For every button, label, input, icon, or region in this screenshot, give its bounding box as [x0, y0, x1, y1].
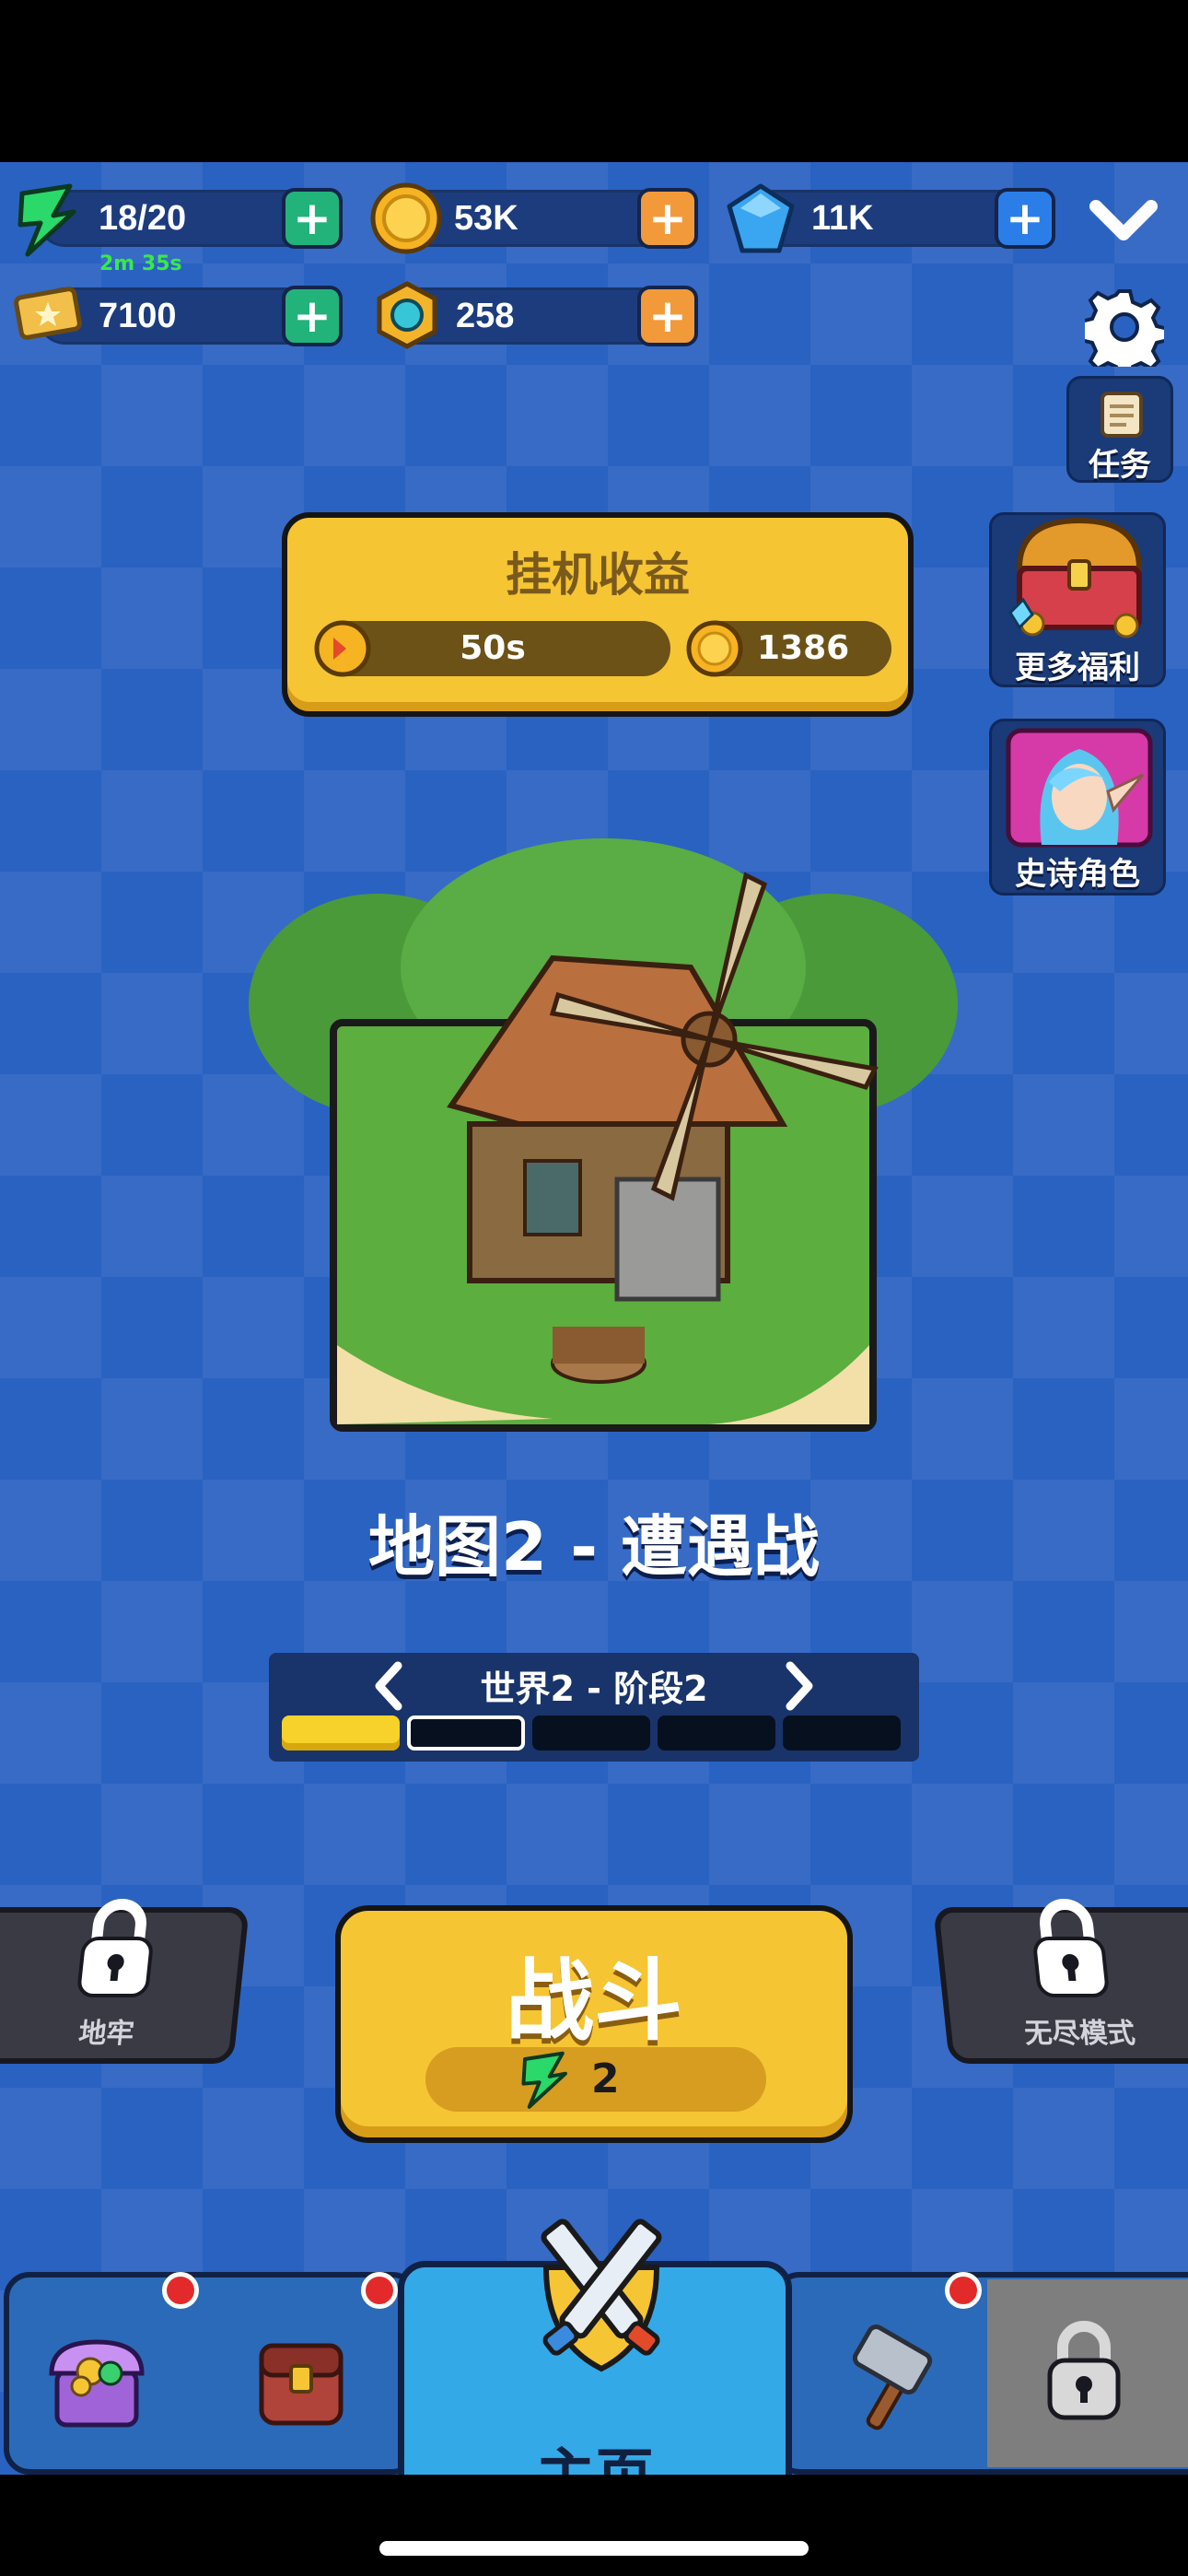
- token-icon: [377, 281, 437, 349]
- epic-heroes-label: 史诗角色: [1015, 856, 1140, 893]
- idle-rewards-panel[interactable]: 挂机收益 50s 1386: [282, 512, 914, 717]
- nav-forge-tab[interactable]: [827, 2318, 947, 2438]
- stage-segment: [658, 1715, 775, 1751]
- nav-shop-tab[interactable]: [37, 2318, 157, 2438]
- home-indicator[interactable]: [379, 2541, 809, 2556]
- stage-selector: 世界2 - 阶段2: [269, 1653, 919, 1762]
- gem-icon: [727, 183, 795, 253]
- stage-segment: [282, 1715, 400, 1751]
- status-bar: [0, 0, 1188, 162]
- stage-segment: [532, 1715, 650, 1751]
- battle-label: 战斗: [506, 1950, 682, 2053]
- elf-hero-icon: [1006, 728, 1153, 848]
- energy-add-button[interactable]: +: [282, 188, 343, 249]
- notification-dot: [945, 2272, 982, 2309]
- tickets-value: 7100: [99, 297, 177, 335]
- idle-rewards-title: 挂机收益: [506, 548, 690, 602]
- more-rewards-button[interactable]: 更多福利: [989, 512, 1166, 687]
- lock-icon: [1047, 2321, 1121, 2420]
- backpack-icon: [259, 2343, 344, 2426]
- coin-icon: [370, 182, 442, 254]
- energy-icon: [17, 183, 76, 257]
- energy-icon: [521, 2051, 567, 2109]
- idle-coins-value: 1386: [757, 629, 850, 667]
- bottom-nav: 主页: [0, 2219, 1188, 2528]
- notification-dot: [162, 2272, 199, 2309]
- dungeon-button[interactable]: 地牢: [0, 1899, 250, 2064]
- lock-icon: [1033, 1899, 1109, 1997]
- dungeon-label: 地牢: [76, 2018, 136, 2050]
- energy-timer: 2m 35s: [99, 252, 182, 275]
- crossed-swords-icon: [541, 2219, 662, 2372]
- endless-mode-label: 无尽模式: [1022, 2018, 1137, 2050]
- tokens-value: 258: [456, 297, 515, 335]
- stage-segment: [407, 1715, 525, 1751]
- tasks-label: 任务: [1089, 447, 1151, 484]
- scroll-icon: [1101, 392, 1143, 438]
- hammer-icon: [852, 2324, 933, 2430]
- battle-cost: 2: [425, 2047, 766, 2112]
- gems-add-button[interactable]: +: [995, 188, 1055, 249]
- map-illustration[interactable]: [249, 829, 958, 1437]
- tokens-add-button[interactable]: +: [637, 286, 698, 346]
- battle-cost-value: 2: [591, 2055, 620, 2102]
- treasure-chest-icon: [1008, 517, 1143, 638]
- fast-forward-coin-icon: [314, 620, 371, 677]
- tickets-add-button[interactable]: +: [282, 286, 343, 346]
- stage-label: 世界2 - 阶段2: [480, 1669, 708, 1709]
- epic-heroes-button[interactable]: 史诗角色: [989, 719, 1166, 896]
- coin-icon: [686, 620, 743, 677]
- tasks-button[interactable]: 任务: [1066, 376, 1173, 484]
- more-rewards-label: 更多福利: [1015, 650, 1140, 686]
- gift-chest-icon: [49, 2339, 145, 2428]
- stage-segment: [783, 1715, 901, 1751]
- battle-button[interactable]: 战斗 2: [335, 1905, 853, 2143]
- bottom-safe-area: [0, 2475, 1188, 2576]
- nav-locked-tab[interactable]: [987, 2279, 1188, 2467]
- gems-value: 11K: [811, 199, 874, 238]
- map-title: 地图2 - 遭遇战: [367, 1508, 821, 1586]
- lock-icon: [77, 1899, 153, 1997]
- coins-add-button[interactable]: +: [637, 188, 698, 249]
- endless-mode-button[interactable]: 无尽模式: [933, 1899, 1188, 2064]
- nav-inventory-tab[interactable]: [241, 2318, 361, 2438]
- gear-icon[interactable]: [1085, 287, 1164, 367]
- chevron-down-icon[interactable]: [1087, 192, 1160, 247]
- ticket-icon: [14, 287, 82, 340]
- energy-value: 18/20: [99, 199, 187, 238]
- chevron-right-icon[interactable]: [781, 1660, 818, 1712]
- notification-dot: [361, 2272, 398, 2309]
- coins-value: 53K: [454, 199, 518, 238]
